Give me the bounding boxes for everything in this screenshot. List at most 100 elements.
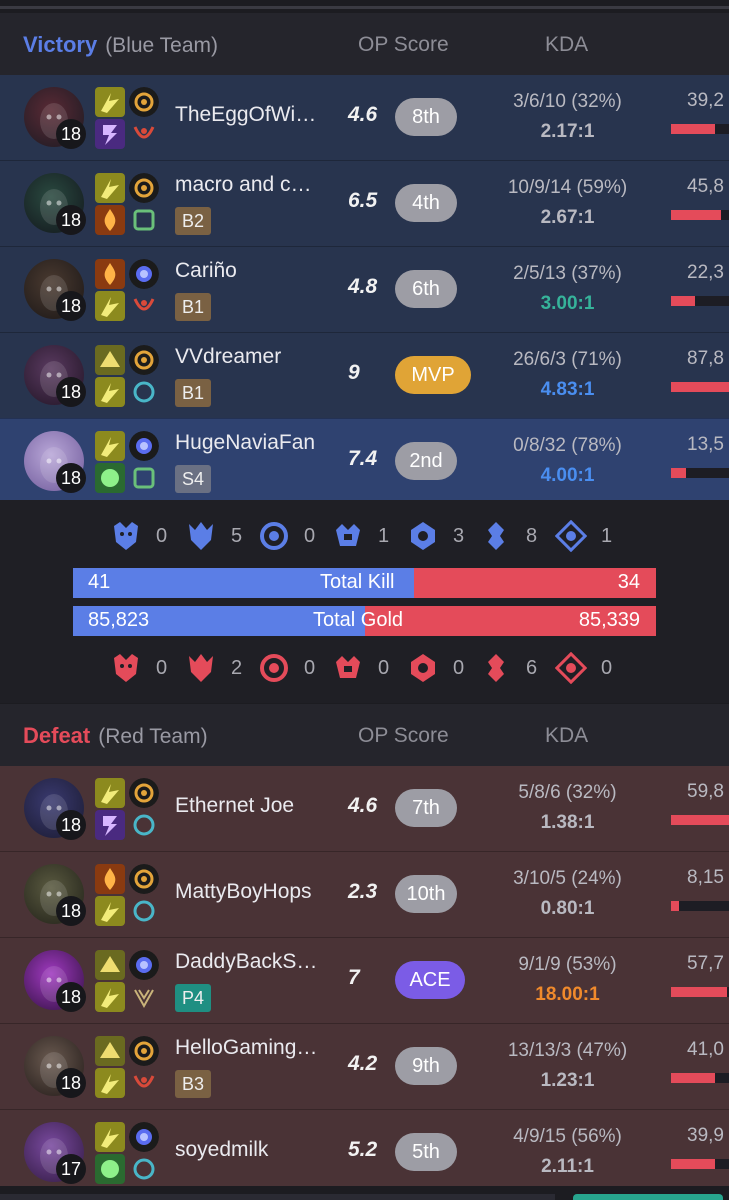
red-player-list: 18 Ethernet Joe 4.6 7th 5/8/6 (32%) 1.38:1 59,…	[0, 766, 729, 1186]
summoner-name[interactable]: HugeNaviaFan	[175, 431, 315, 455]
bottom-tab-right[interactable]	[573, 1194, 723, 1200]
damage-bar-fill	[671, 210, 721, 220]
objective-count: 5	[231, 525, 243, 547]
player-row[interactable]: 18 HelloGaming… B3 4.2 9th 13/13/3 (47%) 1.23:…	[0, 1023, 729, 1109]
damage-value: 13,5	[687, 434, 724, 455]
champion-level: 18	[56, 377, 86, 407]
op-score: 4.6	[348, 794, 378, 817]
player-row[interactable]: 18 macro and c… B2 6.5 4th 10/9/14 (59%) 2.67:…	[0, 160, 729, 246]
summoner-spell-2-icon	[95, 896, 125, 926]
damage-bar	[671, 210, 729, 220]
champion-level: 18	[56, 896, 86, 926]
player-row[interactable]: 18 HugeNaviaFan S4 7.4 2nd 0/8/32 (78%) 4.00:1…	[0, 418, 729, 504]
bottom-tab-left[interactable]	[0, 1194, 555, 1200]
op-rank-badge: MVP	[395, 356, 471, 394]
total-kill-bar: 41 Total Kill 34	[73, 568, 656, 598]
damage-bar	[671, 382, 729, 392]
kda-ratio: 4.83:1	[540, 379, 595, 400]
champion-level: 17	[56, 1154, 86, 1184]
total-kill-label: Total Kill	[320, 571, 395, 593]
champion-level: 18	[56, 291, 86, 321]
summoner-name[interactable]: HelloGaming…	[175, 1036, 317, 1060]
objective-count: 0	[601, 657, 613, 679]
champion-level: 18	[56, 205, 86, 235]
damage-bar	[671, 1159, 729, 1169]
summoner-spell-2-icon	[95, 291, 125, 321]
player-row[interactable]: 18 Ethernet Joe 4.6 7th 5/8/6 (32%) 1.38:1 59,…	[0, 766, 729, 851]
objective-count: 3	[453, 525, 465, 547]
op-score: 6.5	[348, 189, 378, 212]
kda-ratio: 0.80:1	[540, 898, 595, 919]
kda-ratio: 18.00:1	[535, 984, 600, 1005]
blue-result: Victory (Blue Team)	[23, 32, 218, 58]
damage-bar-fill	[671, 901, 679, 911]
blue-team-name: (Blue Team)	[105, 34, 219, 57]
blue-player-list: 18 TheEggOfWi… 4.6 8th 3/6/10 (32%) 2.17:1 39,…	[0, 75, 729, 504]
kda-ratio: 2.11:1	[541, 1156, 594, 1177]
op-rank-badge: 6th	[395, 270, 457, 308]
damage-value: 39,2	[687, 90, 724, 111]
damage-value: 59,8	[687, 781, 724, 802]
kda-line: 3/10/5 (24%)	[513, 868, 622, 889]
damage-bar-fill	[671, 815, 729, 825]
red-team-header: Defeat (Red Team) OP Score KDA	[0, 704, 729, 766]
kda-ratio: 4.00:1	[540, 465, 595, 486]
objective-count: 6	[526, 657, 538, 679]
summoner-spell-2-icon	[95, 119, 125, 149]
op-score: 7	[348, 966, 360, 989]
player-row[interactable]: 18 TheEggOfWi… 4.6 8th 3/6/10 (32%) 2.17:1 39,…	[0, 75, 729, 160]
damage-value: 8,15	[687, 867, 724, 888]
summoner-name[interactable]: MattyBoyHops	[175, 880, 312, 904]
kda-ratio: 1.23:1	[540, 1070, 595, 1091]
op-rank-badge: 10th	[395, 875, 457, 913]
objective-count: 1	[601, 525, 613, 547]
summoner-name[interactable]: Ethernet Joe	[175, 794, 294, 818]
player-row[interactable]: 18 VVdreamer B1 9 MVP 26/6/3 (71%) 4.83:1 87,8	[0, 332, 729, 418]
champion-level: 18	[56, 463, 86, 493]
summoner-name[interactable]: soyedmilk	[175, 1138, 268, 1162]
blue-col-kda: KDA	[545, 33, 589, 56]
kda-line: 26/6/3 (71%)	[513, 349, 622, 370]
damage-bar-fill	[671, 296, 695, 306]
summoner-spell-2-icon	[95, 982, 125, 1012]
summoner-spell-2-icon	[95, 810, 125, 840]
player-row[interactable]: 18 DaddyBackS… P4 7 ACE 9/1/9 (53%) 18.00:1 57,…	[0, 937, 729, 1023]
tier-badge: B2	[175, 207, 212, 235]
damage-bar	[671, 468, 729, 478]
damage-bar	[671, 124, 729, 134]
blue-result-label: Victory	[23, 32, 98, 57]
objective-count: 0	[156, 525, 168, 547]
summoner-name[interactable]: macro and c…	[175, 173, 312, 197]
summoner-name[interactable]: TheEggOfWi…	[175, 103, 316, 127]
op-rank-badge: 2nd	[395, 442, 457, 480]
secondary-rune-icon	[129, 377, 159, 407]
secondary-rune-icon	[129, 1154, 159, 1184]
top-divider	[0, 0, 729, 14]
kda-ratio: 3.00:1	[540, 293, 595, 314]
blue-col-op: OP Score	[358, 33, 449, 56]
champion-level: 18	[56, 810, 86, 840]
summoner-spell-1-icon	[95, 173, 125, 203]
summoner-name[interactable]: DaddyBackS…	[175, 950, 317, 974]
summoner-spell-1-icon	[95, 778, 125, 808]
kda-line: 10/9/14 (59%)	[507, 177, 628, 198]
player-row[interactable]: 18 MattyBoyHops 2.3 10th 3/10/5 (24%) 0.80:1 8…	[0, 851, 729, 937]
kda-line: 13/13/3 (47%)	[507, 1040, 628, 1061]
summoner-spell-1-icon	[95, 345, 125, 375]
damage-value: 57,7	[687, 953, 724, 974]
primary-rune-icon	[129, 950, 159, 980]
player-row[interactable]: 17 soyedmilk 5.2 5th 4/9/15 (56%) 2.11:1 39,9	[0, 1109, 729, 1195]
summoner-spell-2-icon	[95, 377, 125, 407]
red-col-kda: KDA	[545, 724, 589, 747]
player-row[interactable]: 18 Cariño B1 4.8 6th 2/5/13 (37%) 3.00:1 22,3	[0, 246, 729, 332]
total-gold-blue: 85,823	[88, 609, 150, 631]
op-score: 2.3	[348, 880, 378, 903]
champion-level: 18	[56, 119, 86, 149]
summoner-name[interactable]: Cariño	[175, 259, 237, 283]
op-rank-badge: 8th	[395, 98, 457, 136]
summoner-name[interactable]: VVdreamer	[175, 345, 281, 369]
op-score: 7.4	[348, 447, 378, 470]
champion-level: 18	[56, 1068, 86, 1098]
kda-ratio: 2.17:1	[540, 121, 595, 142]
damage-bar	[671, 1073, 729, 1083]
